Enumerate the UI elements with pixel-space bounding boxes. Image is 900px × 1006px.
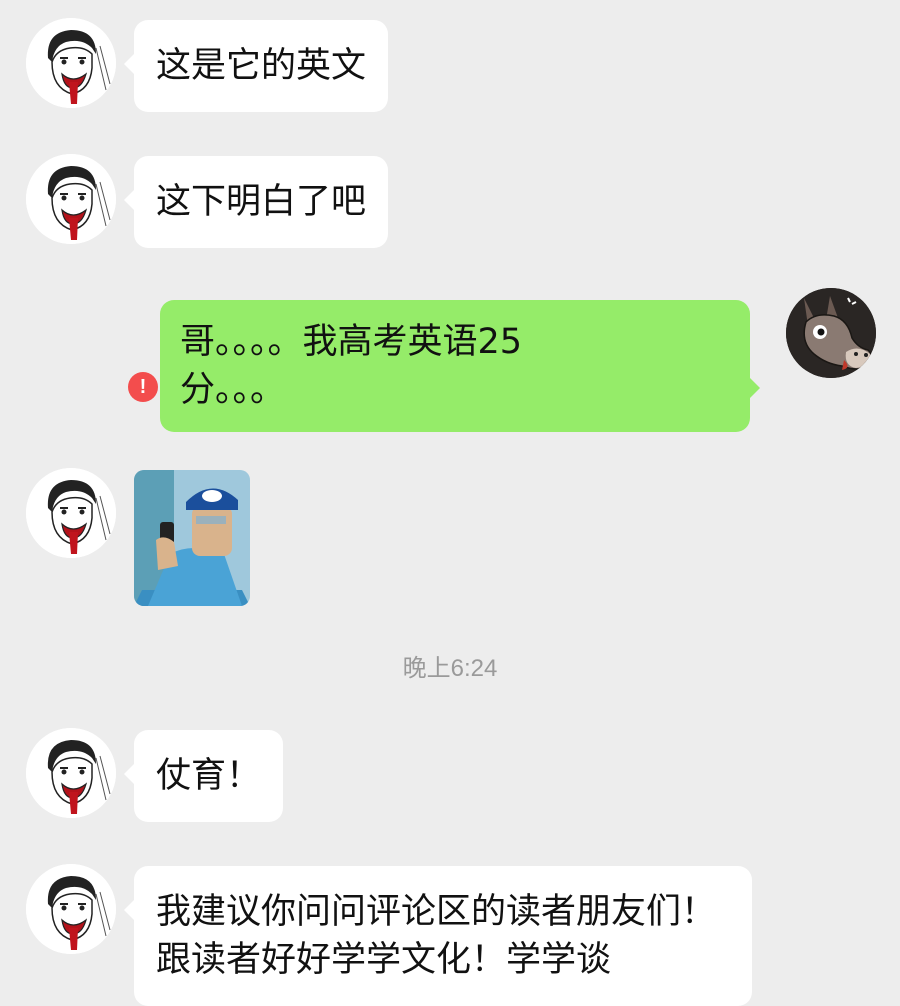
- message-text: 我建议你问问评论区的读者朋友们！跟读者好好学学文化！学学谈: [156, 892, 717, 980]
- message-bubble[interactable]: 哥。。。。我高考英语25分。。。: [160, 300, 760, 432]
- sketch-face-avatar-icon: [26, 154, 116, 244]
- message-row: 这下明白了吧: [0, 154, 900, 249]
- sketch-face-avatar-icon: [26, 728, 116, 818]
- contact-avatar[interactable]: [26, 18, 116, 108]
- chat-area[interactable]: 这是它的英文 这下明白了吧 ! 哥。。。。我高考英语25分。。。 晚上6:24 …: [0, 0, 900, 1006]
- message-row: [0, 468, 900, 608]
- contact-avatar[interactable]: [26, 154, 116, 244]
- timestamp: 晚上6:24: [402, 655, 498, 682]
- message-text: 这是它的英文: [156, 46, 367, 86]
- message-bubble[interactable]: 这是它的英文: [123, 20, 389, 112]
- message-bubble[interactable]: 仗育！: [123, 730, 284, 822]
- donkey-avatar-icon: [786, 288, 876, 378]
- contact-avatar[interactable]: [26, 864, 116, 954]
- contact-avatar[interactable]: [26, 468, 116, 558]
- sketch-face-avatar-icon: [26, 864, 116, 954]
- my-avatar[interactable]: [786, 288, 876, 378]
- message-text: 仗育！: [156, 756, 262, 796]
- message-text: 这下明白了吧: [156, 182, 367, 222]
- sketch-face-avatar-icon: [26, 468, 116, 558]
- message-row: 这是它的英文: [0, 18, 900, 113]
- message-row: ! 哥。。。。我高考英语25分。。。: [0, 288, 900, 432]
- contact-avatar[interactable]: [26, 728, 116, 818]
- sketch-face-avatar-icon: [26, 18, 116, 108]
- message-bubble[interactable]: 这下明白了吧: [123, 156, 389, 248]
- message-row: 仗育！: [0, 728, 900, 823]
- man-on-phone-sticker[interactable]: [134, 470, 250, 606]
- exclamation-icon[interactable]: !: [128, 372, 158, 402]
- message-bubble[interactable]: 我建议你问问评论区的读者朋友们！跟读者好好学学文化！学学谈: [124, 866, 752, 1006]
- message-row: 我建议你问问评论区的读者朋友们！跟读者好好学学文化！学学谈: [0, 864, 900, 1006]
- message-text: 哥。。。。我高考英语25分。。。: [180, 322, 523, 410]
- man-on-phone-sticker-icon: [134, 470, 250, 606]
